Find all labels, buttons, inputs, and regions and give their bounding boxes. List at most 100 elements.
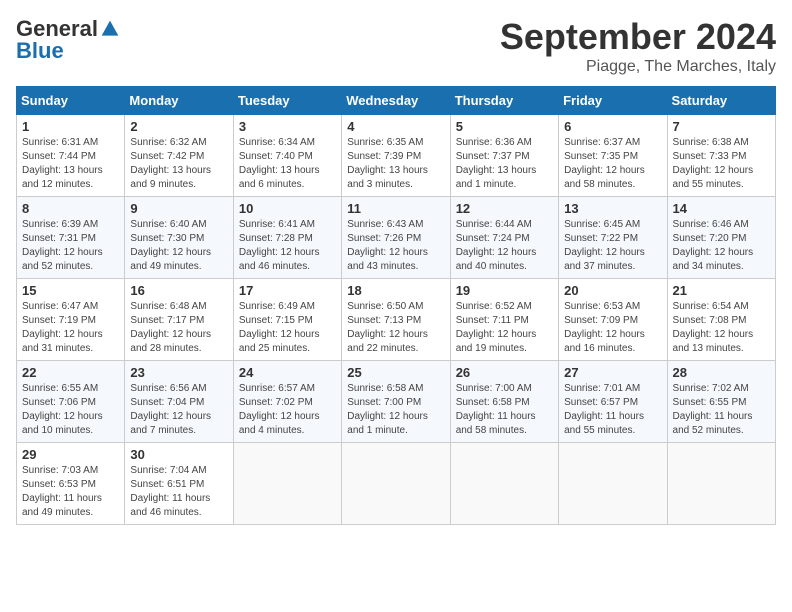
day-number: 14 [673,201,770,216]
day-number: 13 [564,201,661,216]
day-number: 1 [22,119,119,134]
calendar-cell: 1 Sunrise: 6:31 AMSunset: 7:44 PMDaylight… [17,115,125,197]
day-info: Sunrise: 6:57 AMSunset: 7:02 PMDaylight:… [239,382,336,438]
day-info: Sunrise: 6:31 AMSunset: 7:44 PMDaylight:… [22,136,119,192]
col-thursday: Thursday [450,87,558,115]
calendar-cell: 9 Sunrise: 6:40 AMSunset: 7:30 PMDaylight… [125,197,233,279]
calendar-week-row: 8 Sunrise: 6:39 AMSunset: 7:31 PMDaylight… [17,197,776,279]
day-info: Sunrise: 6:49 AMSunset: 7:15 PMDaylight:… [239,300,336,356]
calendar-cell: 19 Sunrise: 6:52 AMSunset: 7:11 PMDayligh… [450,279,558,361]
calendar-cell: 23 Sunrise: 6:56 AMSunset: 7:04 PMDayligh… [125,361,233,443]
col-saturday: Saturday [667,87,775,115]
day-info: Sunrise: 6:43 AMSunset: 7:26 PMDaylight:… [347,218,444,274]
logo: General Blue [16,16,120,64]
calendar-cell: 22Sunrise: 6:55 AMSunset: 7:06 PMDayligh… [17,361,125,443]
calendar-cell: 18 Sunrise: 6:50 AMSunset: 7:13 PMDayligh… [342,279,450,361]
calendar-week-row: 1 Sunrise: 6:31 AMSunset: 7:44 PMDaylight… [17,115,776,197]
day-number: 8 [22,201,119,216]
calendar-cell [559,443,667,525]
day-info: Sunrise: 7:01 AMSunset: 6:57 PMDaylight:… [564,382,661,438]
calendar-cell: 3 Sunrise: 6:34 AMSunset: 7:40 PMDaylight… [233,115,341,197]
month-title: September 2024 [500,16,776,58]
location-text: Piagge, The Marches, Italy [500,58,776,76]
calendar-cell: 4Sunrise: 6:35 AMSunset: 7:39 PMDaylight… [342,115,450,197]
calendar-cell: 10 Sunrise: 6:41 AMSunset: 7:28 PMDayligh… [233,197,341,279]
day-number: 21 [673,283,770,298]
calendar-cell: 26 Sunrise: 7:00 AMSunset: 6:58 PMDayligh… [450,361,558,443]
calendar-cell: 24 Sunrise: 6:57 AMSunset: 7:02 PMDayligh… [233,361,341,443]
calendar-cell: 16 Sunrise: 6:48 AMSunset: 7:17 PMDayligh… [125,279,233,361]
day-number: 20 [564,283,661,298]
day-info: Sunrise: 6:45 AMSunset: 7:22 PMDaylight:… [564,218,661,274]
col-sunday: Sunday [17,87,125,115]
day-number: 25 [347,365,444,380]
day-number: 10 [239,201,336,216]
calendar-cell: 6Sunrise: 6:37 AMSunset: 7:35 PMDaylight… [559,115,667,197]
col-wednesday: Wednesday [342,87,450,115]
day-number: 6 [564,119,661,134]
day-info: Sunrise: 6:48 AMSunset: 7:17 PMDaylight:… [130,300,227,356]
day-info: Sunrise: 6:50 AMSunset: 7:13 PMDaylight:… [347,300,444,356]
calendar-cell: 21 Sunrise: 6:54 AMSunset: 7:08 PMDayligh… [667,279,775,361]
day-number: 16 [130,283,227,298]
day-number: 23 [130,365,227,380]
col-tuesday: Tuesday [233,87,341,115]
calendar-cell: 14 Sunrise: 6:46 AMSunset: 7:20 PMDayligh… [667,197,775,279]
day-number: 29 [22,447,119,462]
day-info: Sunrise: 6:56 AMSunset: 7:04 PMDaylight:… [130,382,227,438]
day-info: Sunrise: 7:00 AMSunset: 6:58 PMDaylight:… [456,382,553,438]
calendar-cell: 17 Sunrise: 6:49 AMSunset: 7:15 PMDayligh… [233,279,341,361]
day-info: Sunrise: 6:53 AMSunset: 7:09 PMDaylight:… [564,300,661,356]
day-number: 30 [130,447,227,462]
day-number: 12 [456,201,553,216]
day-info: Sunrise: 7:03 AMSunset: 6:53 PMDaylight:… [22,464,119,520]
calendar-cell: 11Sunrise: 6:43 AMSunset: 7:26 PMDayligh… [342,197,450,279]
calendar-cell: 20 Sunrise: 6:53 AMSunset: 7:09 PMDayligh… [559,279,667,361]
day-info: Sunrise: 6:47 AMSunset: 7:19 PMDaylight:… [22,300,119,356]
day-number: 28 [673,365,770,380]
day-info: Sunrise: 6:44 AMSunset: 7:24 PMDaylight:… [456,218,553,274]
day-info: Sunrise: 6:46 AMSunset: 7:20 PMDaylight:… [673,218,770,274]
calendar-table: Sunday Monday Tuesday Wednesday Thursday… [16,86,776,525]
day-number: 18 [347,283,444,298]
day-info: Sunrise: 6:55 AMSunset: 7:06 PMDaylight:… [22,382,119,438]
calendar-cell: 7Sunrise: 6:38 AMSunset: 7:33 PMDaylight… [667,115,775,197]
calendar-header-row: Sunday Monday Tuesday Wednesday Thursday… [17,87,776,115]
day-number: 3 [239,119,336,134]
day-info: Sunrise: 6:34 AMSunset: 7:40 PMDaylight:… [239,136,336,192]
day-number: 27 [564,365,661,380]
day-number: 15 [22,283,119,298]
day-info: Sunrise: 6:38 AMSunset: 7:33 PMDaylight:… [673,136,770,192]
day-info: Sunrise: 6:32 AMSunset: 7:42 PMDaylight:… [130,136,227,192]
day-number: 19 [456,283,553,298]
calendar-cell: 25Sunrise: 6:58 AMSunset: 7:00 PMDayligh… [342,361,450,443]
logo-icon [100,19,120,39]
calendar-week-row: 15 Sunrise: 6:47 AMSunset: 7:19 PMDayligh… [17,279,776,361]
day-info: Sunrise: 7:02 AMSunset: 6:55 PMDaylight:… [673,382,770,438]
day-info: Sunrise: 6:39 AMSunset: 7:31 PMDaylight:… [22,218,119,274]
calendar-week-row: 22Sunrise: 6:55 AMSunset: 7:06 PMDayligh… [17,361,776,443]
day-number: 26 [456,365,553,380]
day-info: Sunrise: 6:40 AMSunset: 7:30 PMDaylight:… [130,218,227,274]
day-info: Sunrise: 6:35 AMSunset: 7:39 PMDaylight:… [347,136,444,192]
calendar-cell [450,443,558,525]
day-info: Sunrise: 6:41 AMSunset: 7:28 PMDaylight:… [239,218,336,274]
calendar-cell: 2 Sunrise: 6:32 AMSunset: 7:42 PMDaylight… [125,115,233,197]
calendar-cell: 30 Sunrise: 7:04 AMSunset: 6:51 PMDayligh… [125,443,233,525]
day-number: 2 [130,119,227,134]
calendar-cell: 27 Sunrise: 7:01 AMSunset: 6:57 PMDayligh… [559,361,667,443]
day-info: Sunrise: 6:52 AMSunset: 7:11 PMDaylight:… [456,300,553,356]
day-info: Sunrise: 6:54 AMSunset: 7:08 PMDaylight:… [673,300,770,356]
page-header: General Blue September 2024 Piagge, The … [16,16,776,76]
calendar-cell [233,443,341,525]
day-number: 9 [130,201,227,216]
logo-blue-text: Blue [16,38,64,64]
calendar-cell [342,443,450,525]
calendar-cell: 28 Sunrise: 7:02 AMSunset: 6:55 PMDayligh… [667,361,775,443]
day-number: 17 [239,283,336,298]
day-number: 24 [239,365,336,380]
calendar-cell: 15 Sunrise: 6:47 AMSunset: 7:19 PMDayligh… [17,279,125,361]
calendar-cell: 12 Sunrise: 6:44 AMSunset: 7:24 PMDayligh… [450,197,558,279]
day-info: Sunrise: 7:04 AMSunset: 6:51 PMDaylight:… [130,464,227,520]
col-friday: Friday [559,87,667,115]
